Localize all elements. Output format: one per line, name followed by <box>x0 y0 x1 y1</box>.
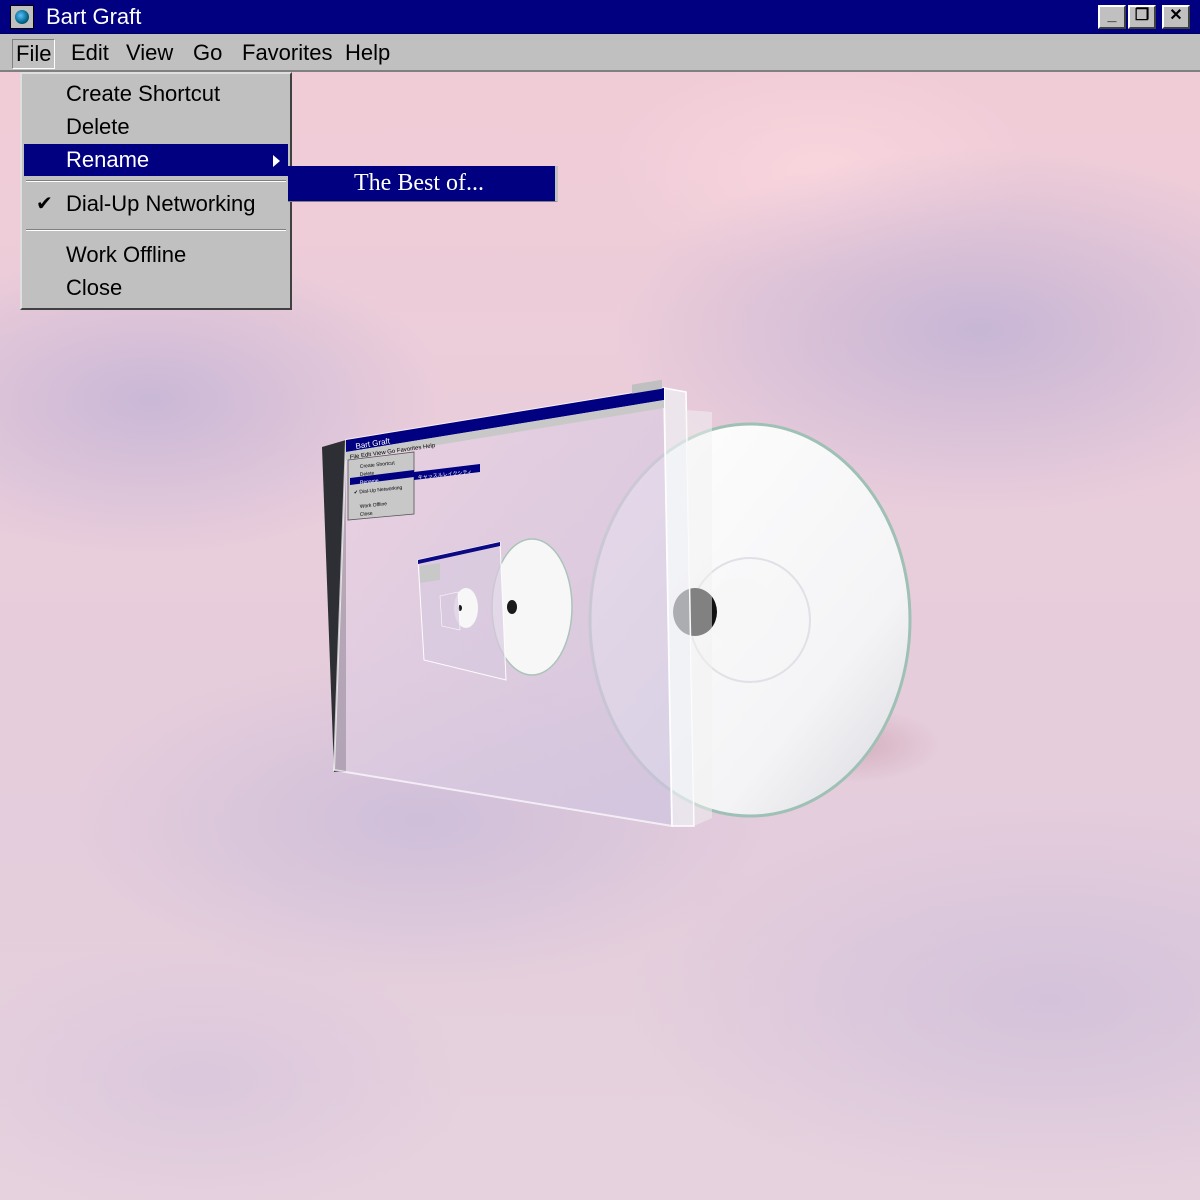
menu-go[interactable]: Go <box>190 39 225 67</box>
window-titlebar: Bart Graft _ ❐ ✕ <box>0 0 1200 34</box>
maximize-button[interactable]: ❐ <box>1128 5 1156 29</box>
triangle-right-icon <box>273 155 280 167</box>
menu-item-label: Delete <box>66 114 130 139</box>
menu-item-label: Dial-Up Networking <box>66 191 256 216</box>
menu-item-dial-up-networking[interactable]: ✔ Dial-Up Networking <box>24 188 288 220</box>
menu-item-label: Rename <box>66 147 150 172</box>
nested-cd-case <box>417 538 573 681</box>
menu-item-close[interactable]: Close <box>24 272 288 304</box>
menu-item-label: Create Shortcut <box>66 81 221 106</box>
menu-separator <box>26 180 286 182</box>
menu-favorites[interactable]: Favorites <box>239 39 335 67</box>
file-menu-dropdown: Create Shortcut Delete Rename ✔ Dial-Up … <box>20 72 292 310</box>
menu-item-work-offline[interactable]: Work Offline <box>24 239 288 271</box>
menu-item-label: Close <box>66 275 123 300</box>
checkmark-icon: ✔ <box>36 193 53 215</box>
menu-file[interactable]: File <box>12 39 56 69</box>
globe-icon[interactable] <box>10 5 34 29</box>
menu-edit[interactable]: Edit <box>68 39 112 67</box>
rename-submenu-item[interactable]: The Best of... <box>288 166 558 202</box>
menu-help[interactable]: Help <box>342 39 393 67</box>
window-title: Bart Graft <box>46 4 142 29</box>
menu-view[interactable]: View <box>123 39 176 67</box>
menu-separator <box>26 229 286 231</box>
menu-bar: File Edit View Go Favorites Help <box>0 34 1200 72</box>
menu-item-label: Work Offline <box>66 242 187 267</box>
close-button[interactable]: ✕ <box>1162 5 1190 29</box>
minimize-button[interactable]: _ <box>1098 5 1126 29</box>
menu-item-rename[interactable]: Rename <box>24 144 288 176</box>
menu-item-delete[interactable]: Delete <box>24 111 288 143</box>
menu-item-create-shortcut[interactable]: Create Shortcut <box>24 78 288 110</box>
